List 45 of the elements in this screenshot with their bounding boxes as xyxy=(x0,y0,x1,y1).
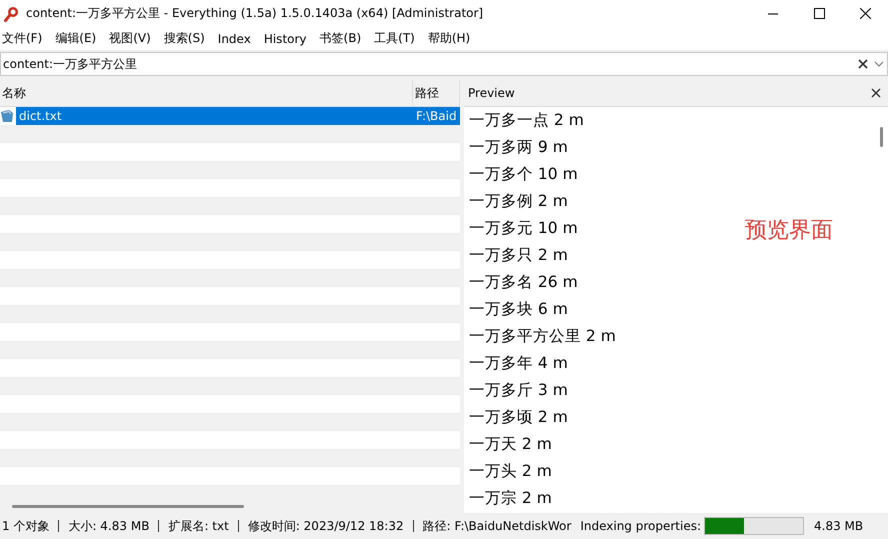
menu-item[interactable]: History xyxy=(262,32,313,46)
menu-item[interactable]: 视图(V) xyxy=(107,30,157,47)
preview-line: 一万多名 26 m xyxy=(469,272,578,293)
window-title: content:一万多平方公里 - Everything (1.5a) 1.5.0.1403a (x64) [Administrator] xyxy=(26,5,484,22)
status-text: 修改时间: 2023/9/12 18:32 xyxy=(246,518,405,534)
menu-item[interactable]: 文件(F) xyxy=(0,30,48,47)
maximize-icon[interactable] xyxy=(814,8,824,19)
preview-line: 一万多块 6 m xyxy=(469,299,568,320)
preview-line: 一万多斤 3 m xyxy=(469,380,568,401)
preview-line: 一万多年 4 m xyxy=(469,353,568,374)
status-size: 4.83 MB xyxy=(814,519,864,533)
column-header[interactable]: 名称 xyxy=(0,80,413,106)
scrollbar-thumb[interactable] xyxy=(880,127,882,147)
magnifier-icon xyxy=(4,6,20,22)
preview-line: 一万多一点 2 m xyxy=(469,110,584,131)
preview-line: 一万头 2 m xyxy=(469,461,552,482)
preview-line: 一万多两 9 m xyxy=(469,137,568,158)
status-text: 大小: 4.83 MB xyxy=(67,518,150,534)
file-name[interactable]: dict.txt xyxy=(16,107,410,125)
preview-line: 一万多例 2 m xyxy=(469,191,568,212)
preview-line: 一万多顷 2 m xyxy=(469,407,568,428)
indexing-label: Indexing properties: xyxy=(580,519,702,533)
menu-item[interactable]: 书签(B) xyxy=(318,30,368,47)
preview-title: Preview xyxy=(468,86,515,100)
menu-item[interactable]: 帮助(H) xyxy=(426,30,476,47)
preview-line: 一万多个 10 m xyxy=(469,164,578,185)
preview-line: 一万宗 2 m xyxy=(469,488,552,509)
menu-item[interactable]: 工具(T) xyxy=(372,30,421,47)
preview-line: 一万多平方公里 2 m xyxy=(469,326,616,347)
status-text: 路径: F:\BaiduNetdiskWor xyxy=(422,518,572,534)
file-icon xyxy=(0,109,14,123)
file-path: F:\Baid xyxy=(410,107,460,125)
search-field[interactable]: content:一万多平方公里 xyxy=(0,52,888,76)
annotation-label: 预览界面 xyxy=(745,217,833,245)
column-header[interactable]: 路径 xyxy=(413,80,460,106)
close-icon[interactable] xyxy=(860,8,870,19)
preview-line: 一万多元 10 m xyxy=(469,218,578,239)
menu-item[interactable]: Index xyxy=(216,32,257,46)
preview-line: 一万多只 2 m xyxy=(469,245,568,266)
status-text: 1 个对象 xyxy=(1,518,50,534)
menu-item[interactable]: 搜索(S) xyxy=(162,30,211,47)
preview-line: 一万天 2 m xyxy=(469,434,552,455)
status-text: 扩展名: txt xyxy=(167,518,230,534)
menu-item[interactable]: 编辑(E) xyxy=(53,30,102,47)
scrollbar-thumb[interactable] xyxy=(12,504,244,508)
